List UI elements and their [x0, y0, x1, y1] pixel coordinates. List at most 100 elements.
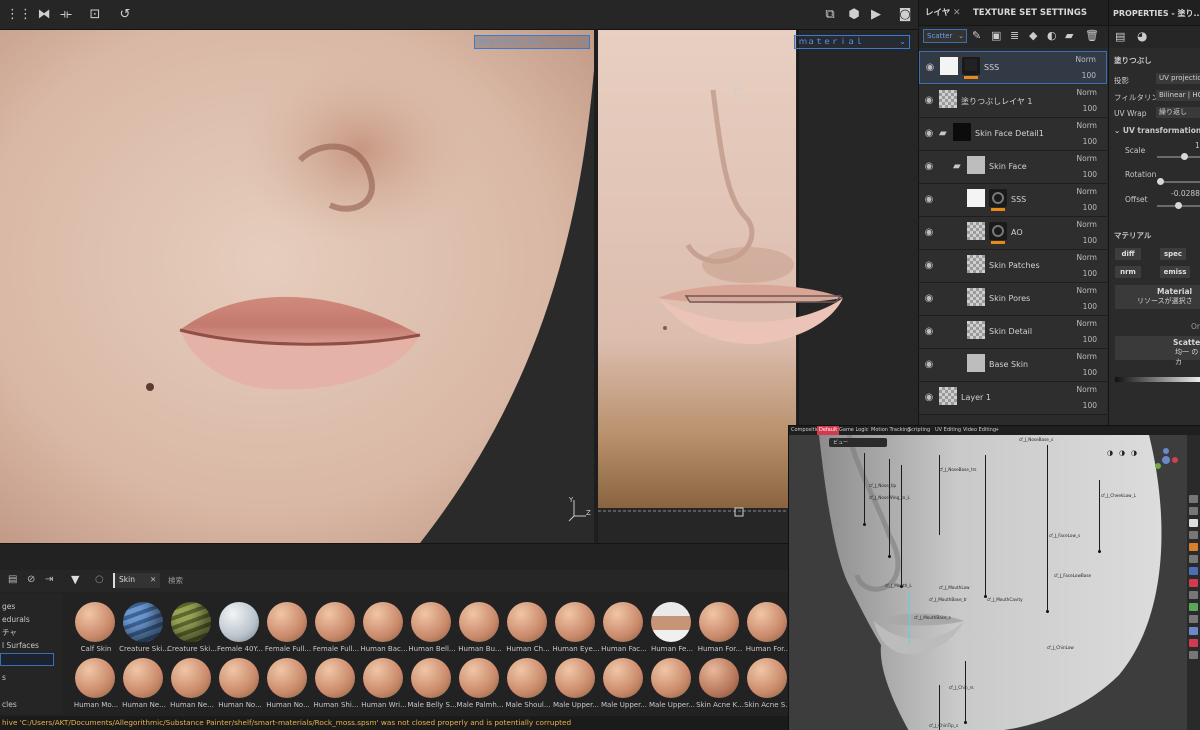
emiss-chip[interactable]: emiss — [1160, 266, 1190, 278]
material-tile[interactable]: Male Upper... — [552, 658, 600, 718]
folder-icon[interactable]: ▰ — [1065, 29, 1073, 42]
material-tile[interactable]: Human No... — [216, 658, 264, 718]
mask-tab-icon[interactable]: ◕ — [1137, 29, 1147, 43]
layer-row[interactable]: ◉ Base Skin Norm 100 — [919, 349, 1107, 382]
tool-icon[interactable] — [1189, 615, 1198, 623]
material-tile[interactable]: Human Eye... — [552, 602, 600, 662]
material-tile[interactable]: Human Bell... — [408, 602, 456, 662]
tool-icon[interactable] — [1189, 543, 1198, 551]
close-icon[interactable]: ✕ — [150, 575, 156, 584]
tab-default[interactable]: Default — [817, 426, 840, 435]
bone-joint[interactable] — [1046, 610, 1049, 613]
scatter-button[interactable]: Scatte 均一 のカ — [1115, 336, 1200, 366]
frame-icon[interactable]: ⊡ — [87, 7, 103, 23]
shelf-search-input[interactable]: 検索 — [168, 575, 183, 586]
tab-texture-set-settings[interactable]: TEXTURE SET SETTINGS — [973, 0, 1087, 26]
eye-icon[interactable]: ◉ — [923, 128, 935, 140]
symmetry-icon[interactable]: ⧓ — [36, 7, 52, 23]
tool-icon[interactable] — [1189, 591, 1198, 599]
material-tile[interactable]: Human Fe... — [648, 602, 696, 662]
tool-icon[interactable] — [1189, 627, 1198, 635]
material-tile[interactable]: Human For... — [696, 602, 744, 662]
layer-row[interactable]: ◉ ▰ Skin Face Norm 100 — [919, 151, 1107, 184]
bone[interactable] — [889, 459, 890, 555]
tool-icon[interactable] — [1189, 579, 1198, 587]
material-tile[interactable]: Human Ch... — [504, 602, 552, 662]
blend-mode[interactable]: Norm — [1077, 286, 1097, 295]
tab-game-logic[interactable]: Game Logic — [837, 426, 871, 435]
tool-icon[interactable] — [1189, 531, 1198, 539]
material-tile[interactable]: Calf Skin — [72, 602, 120, 662]
eye-icon[interactable]: ◉ — [923, 392, 935, 404]
layer-row[interactable]: ◉ SSS Norm 100 — [919, 51, 1107, 84]
material-tile[interactable]: Human Wri... — [360, 658, 408, 718]
layer-opacity[interactable]: 100 — [1083, 104, 1097, 113]
add-workspace-button[interactable]: + — [993, 426, 1001, 435]
tool-icon[interactable] — [1189, 567, 1198, 575]
blend-mode[interactable]: Norm — [1077, 352, 1097, 361]
scale-slider[interactable] — [1157, 156, 1200, 158]
eye-icon[interactable]: ◉ — [923, 95, 935, 107]
view-icon[interactable]: ◑ — [1107, 449, 1113, 457]
scale-slider-handle[interactable] — [1181, 153, 1188, 160]
add-layer-icon[interactable]: ▣ — [991, 29, 1001, 42]
blend-mode[interactable]: Norm — [1077, 319, 1097, 328]
layer-row[interactable]: ◉ SSS Norm 100 — [919, 184, 1107, 217]
category-item[interactable] — [0, 685, 62, 698]
bone[interactable] — [985, 455, 986, 595]
material-button[interactable]: Material リソースが選択さ — [1115, 285, 1200, 309]
bone[interactable] — [864, 453, 865, 523]
viewport-channel-select-right[interactable]: ｍａｔｅｒｉａｌ ⌄ — [794, 35, 910, 49]
fill-icon[interactable]: ◆ — [1029, 29, 1037, 42]
material-tile[interactable]: Human Fac... — [600, 602, 648, 662]
material-tile[interactable]: Human Mo... — [72, 658, 120, 718]
material-tile[interactable]: Human No... — [264, 658, 312, 718]
effects-icon[interactable]: ◐ — [1047, 29, 1057, 42]
category-item[interactable]: l Surfaces — [0, 639, 62, 652]
tab-scripting[interactable]: Scripting — [906, 426, 932, 435]
eye-icon[interactable]: ◉ — [923, 260, 935, 272]
tab-layers[interactable]: レイヤ — [925, 0, 950, 26]
view-icon[interactable]: ◑ — [1119, 449, 1125, 457]
category-item[interactable]: チャ — [0, 626, 62, 639]
layer-opacity[interactable]: 100 — [1083, 170, 1097, 179]
eye-icon[interactable]: ◉ — [923, 194, 935, 206]
hide-icon[interactable]: ⊘ — [27, 574, 35, 585]
layer-row[interactable]: ◉ Skin Pores Norm 100 — [919, 283, 1107, 316]
camera-video-icon[interactable]: ▶ — [868, 7, 884, 23]
material-tile[interactable]: Human Bu... — [456, 602, 504, 662]
layer-opacity[interactable]: 100 — [1083, 236, 1097, 245]
bone[interactable] — [965, 661, 966, 721]
layer-mask-thumbnail[interactable] — [989, 222, 1007, 240]
clear-filter-icon[interactable]: ○ — [95, 574, 104, 585]
spec-chip[interactable]: spec — [1160, 248, 1186, 260]
layer-opacity[interactable]: 100 — [1083, 269, 1097, 278]
material-tile[interactable]: Male Upper... — [600, 658, 648, 718]
layer-row[interactable]: ◉ Layer 1 Norm 100 — [919, 382, 1107, 415]
delete-icon[interactable]: 🗑 — [1085, 29, 1099, 42]
split-axis-icon[interactable]: ⟛ — [58, 7, 74, 23]
blend-mode[interactable]: Norm — [1077, 253, 1097, 262]
material-tile[interactable]: Female Full... — [264, 602, 312, 662]
folder-icon[interactable]: ▰ — [939, 128, 947, 139]
tool-icon[interactable] — [1189, 639, 1198, 647]
tool-icon[interactable] — [1189, 507, 1198, 515]
category-item[interactable]: edurals — [0, 613, 62, 626]
layer-opacity[interactable]: 100 — [1083, 335, 1097, 344]
uvtrans-header[interactable]: ⌄ UV transformations — [1114, 126, 1200, 135]
material-tile[interactable]: Male Shoul... — [504, 658, 552, 718]
material-tile[interactable]: Skin Acne K... — [696, 658, 744, 718]
filter-icon[interactable]: ▼ — [71, 573, 79, 586]
eye-icon[interactable]: ◉ — [924, 62, 936, 74]
blender-header-menu[interactable]: ビュー — [829, 438, 887, 447]
rotation-slider-handle[interactable] — [1157, 178, 1164, 185]
blend-mode[interactable]: Norm — [1077, 385, 1097, 394]
layer-row[interactable]: ◉ ▰ Skin Face Detail1 Norm 100 — [919, 118, 1107, 151]
layer-opacity[interactable]: 100 — [1083, 368, 1097, 377]
layers-stack-icon[interactable]: ≣ — [1010, 29, 1019, 42]
diff-chip[interactable]: diff — [1115, 248, 1141, 260]
shelf-tag-chip[interactable]: Skin ✕ — [113, 573, 160, 588]
projection-select[interactable]: UV projection — [1156, 73, 1200, 84]
tool-icon[interactable] — [1189, 555, 1198, 563]
category-item[interactable]: s — [0, 671, 62, 684]
